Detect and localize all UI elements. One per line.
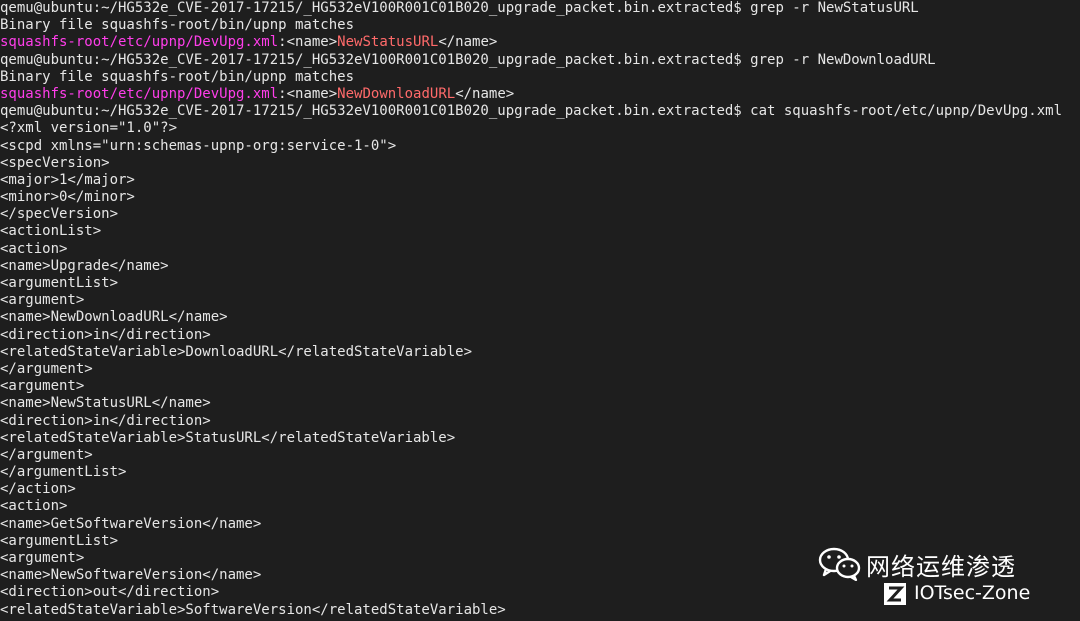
terminal-text: qemu@ubuntu:~/HG532e_CVE-2017-17215/_HG5… — [0, 0, 919, 16]
terminal-text: :<name> — [278, 34, 338, 51]
terminal-text: </specVersion> — [0, 206, 119, 223]
terminal-line: </specVersion> — [0, 206, 1080, 223]
terminal-text: <name>GetSoftwareVersion</name> — [0, 515, 262, 532]
terminal-line: </argumentList> — [0, 464, 1080, 481]
terminal-text: </argument> — [0, 360, 93, 377]
terminal-line: <name>NewDownloadURL</name> — [0, 309, 1080, 326]
terminal-output: qemu@ubuntu:~/HG532e_CVE-2017-17215/_HG5… — [0, 0, 1080, 619]
terminal-line: <relatedStateVariable>DownloadURL</relat… — [0, 344, 1080, 361]
terminal-text: </name> — [455, 85, 515, 102]
terminal-line: <?xml version="1.0"?> — [0, 120, 1080, 137]
terminal-text: qemu@ubuntu:~/HG532e_CVE-2017-17215/_HG5… — [0, 51, 936, 68]
terminal-text: <minor>0</minor> — [0, 189, 135, 206]
watermark-subtitle: IOTsec-Zone — [914, 582, 1031, 604]
terminal-text: <argumentList> — [0, 532, 119, 549]
terminal-text: Binary file squashfs-root/bin/upnp match… — [0, 17, 355, 34]
terminal-line: <major>1</major> — [0, 172, 1080, 189]
terminal-line: qemu@ubuntu:~/HG532e_CVE-2017-17215/_HG5… — [0, 52, 1080, 69]
terminal-line: <scpd xmlns="urn:schemas-upnp-org:servic… — [0, 138, 1080, 155]
terminal-text: <name>NewSoftwareVersion</name> — [0, 567, 262, 584]
terminal-text: <direction>in</direction> — [0, 412, 211, 429]
terminal-text: qemu@ubuntu:~/HG532e_CVE-2017-17215/_HG5… — [0, 103, 1063, 120]
terminal-text: Binary file squashfs-root/bin/upnp match… — [0, 68, 355, 85]
terminal-line: <argument> — [0, 292, 1080, 309]
z-logo-icon — [884, 583, 906, 605]
terminal-text: <direction>out</direction> — [0, 584, 220, 601]
highlighted-text: squashfs-root/etc/upnp/DevUpg.xml — [0, 34, 279, 51]
terminal-line: <action> — [0, 241, 1080, 258]
terminal-text: <relatedStateVariable>DownloadURL</relat… — [0, 343, 473, 360]
terminal-text: :<name> — [278, 85, 338, 102]
highlighted-text: NewDownloadURL — [337, 85, 456, 102]
watermark: 网络运维渗透 IOTsec-Zone — [818, 547, 1058, 607]
terminal-line: squashfs-root/etc/upnp/DevUpg.xml:<name>… — [0, 86, 1080, 103]
terminal-text: <argumentList> — [0, 275, 119, 291]
terminal-line: <relatedStateVariable>StatusURL</related… — [0, 430, 1080, 447]
highlighted-text: squashfs-root/etc/upnp/DevUpg.xml — [0, 85, 279, 102]
terminal-line: <minor>0</minor> — [0, 189, 1080, 206]
terminal-line: <direction>in</direction> — [0, 327, 1080, 344]
terminal-line: squashfs-root/etc/upnp/DevUpg.xml:<name>… — [0, 34, 1080, 51]
terminal-text: <action> — [0, 498, 68, 515]
terminal-line: qemu@ubuntu:~/HG532e_CVE-2017-17215/_HG5… — [0, 103, 1080, 120]
terminal-line: </argument> — [0, 447, 1080, 464]
terminal-text: <major>1</major> — [0, 171, 135, 188]
terminal-text: <specVersion> — [0, 154, 110, 171]
terminal-line: <action> — [0, 498, 1080, 515]
watermark-title: 网络运维渗透 — [866, 553, 1016, 581]
terminal-text: <actionList> — [0, 223, 102, 240]
terminal-line: <direction>in</direction> — [0, 413, 1080, 430]
terminal-line: <name>Upgrade</name> — [0, 258, 1080, 275]
terminal-text: <argument> — [0, 550, 85, 566]
terminal-text: <relatedStateVariable>SoftwareVersion</r… — [0, 601, 506, 618]
terminal-line: <actionList> — [0, 223, 1080, 240]
terminal-line: <name>GetSoftwareVersion</name> — [0, 516, 1080, 533]
wechat-icon — [818, 547, 861, 581]
terminal-text: <argument> — [0, 378, 85, 395]
terminal-line: Binary file squashfs-root/bin/upnp match… — [0, 17, 1080, 34]
terminal-line: qemu@ubuntu:~/HG532e_CVE-2017-17215/_HG5… — [0, 0, 1080, 17]
terminal-line: <name>NewStatusURL</name> — [0, 395, 1080, 412]
terminal-text: </name> — [438, 34, 498, 51]
terminal-line: </action> — [0, 481, 1080, 498]
terminal-text: <?xml version="1.0"?> — [0, 120, 178, 137]
terminal-line: </argument> — [0, 361, 1080, 378]
terminal-text: </argument> — [0, 446, 93, 463]
terminal-text: </argumentList> — [0, 464, 127, 481]
terminal-text: <direction>in</direction> — [0, 326, 211, 343]
terminal-line: Binary file squashfs-root/bin/upnp match… — [0, 69, 1080, 86]
terminal-text: <action> — [0, 240, 68, 257]
terminal-text: <name>Upgrade</name> — [0, 257, 169, 274]
terminal-window[interactable]: qemu@ubuntu:~/HG532e_CVE-2017-17215/_HG5… — [0, 0, 1080, 621]
terminal-text: <argument> — [0, 292, 85, 309]
terminal-text: <name>NewDownloadURL</name> — [0, 309, 228, 326]
terminal-line: <argument> — [0, 378, 1080, 395]
terminal-line: <specVersion> — [0, 155, 1080, 172]
terminal-line: <argumentList> — [0, 275, 1080, 292]
terminal-text: <scpd xmlns="urn:schemas-upnp-org:servic… — [0, 137, 397, 154]
terminal-text: <name>NewStatusURL</name> — [0, 395, 211, 412]
terminal-text: <relatedStateVariable>StatusURL</related… — [0, 429, 456, 446]
highlighted-text: NewStatusURL — [337, 34, 439, 51]
terminal-text: </action> — [0, 481, 76, 498]
